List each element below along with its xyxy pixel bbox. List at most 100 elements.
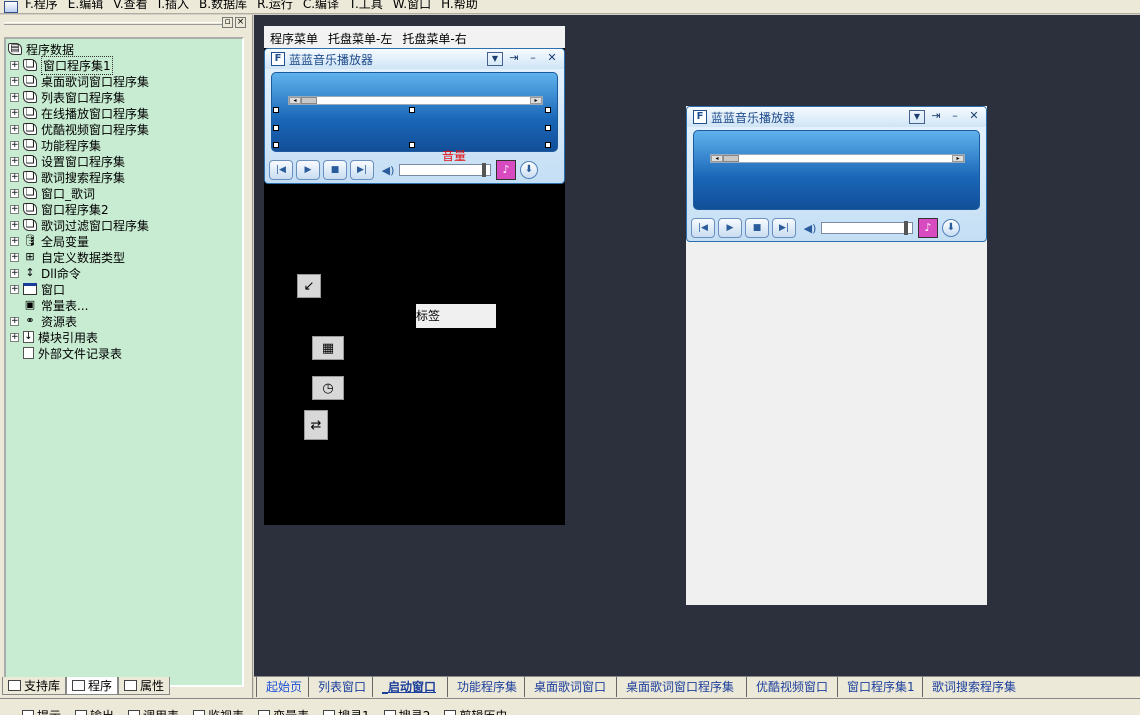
player-close-icon[interactable]: ✕ xyxy=(544,52,560,66)
menu-view[interactable]: V.查看 xyxy=(108,0,152,10)
tab-support-library[interactable]: 支持库 xyxy=(2,677,67,695)
volume-slider[interactable] xyxy=(399,163,491,177)
play-button[interactable]: ▶ xyxy=(718,218,742,238)
previous-button[interactable]: |◀ xyxy=(691,218,715,238)
expand-icon[interactable]: + xyxy=(10,236,19,246)
tab-start-page[interactable]: 起始页 xyxy=(256,677,302,697)
resize-handle[interactable] xyxy=(409,107,415,113)
expand-icon[interactable]: + xyxy=(10,220,19,230)
player-close-icon[interactable]: ✕ xyxy=(966,110,982,124)
seek-thumb[interactable] xyxy=(301,97,317,104)
status-tab-search-2[interactable]: 搜寻2 xyxy=(383,707,430,715)
timer-component-icon[interactable]: ↙ xyxy=(297,274,321,298)
player-menu-icon[interactable]: ▼ xyxy=(909,110,925,124)
status-tab-watch[interactable]: 监视表 xyxy=(193,707,244,715)
resize-handle[interactable] xyxy=(545,125,551,131)
program-tree[interactable]: ▤ 程序数据 + ❑ 窗口程序集1 + ❑ 桌面歌词窗口程序集 + ❑ 列表窗口程序集 + ❑ 在线播… xyxy=(4,37,244,687)
panel-pin-button[interactable]: ▫ xyxy=(222,17,233,28)
player-minimize-icon[interactable]: – xyxy=(525,52,541,66)
tab-desktop-lyric-module[interactable]: 桌面歌词窗口程序集 xyxy=(616,677,734,697)
status-tab-output[interactable]: 输出 xyxy=(75,707,114,715)
menu-program[interactable]: F.程序 xyxy=(20,0,63,10)
lyric-button[interactable]: ♪ xyxy=(496,160,516,180)
status-tab-hint[interactable]: 提示 xyxy=(22,707,61,715)
tree-item[interactable]: + ❑ 歌词搜索程序集 xyxy=(10,169,125,185)
expand-down-button[interactable]: ⬇ xyxy=(520,161,538,179)
menu-edit[interactable]: E.编辑 xyxy=(63,0,108,10)
tree-item[interactable]: + ❑ 窗口程序集1 xyxy=(10,55,113,75)
player-menu-icon[interactable]: ▼ xyxy=(487,52,503,66)
tree-item[interactable]: + ❑ 窗口_歌词 xyxy=(10,185,95,201)
expand-icon[interactable]: + xyxy=(10,124,19,134)
tree-item[interactable]: ▣ 常量表... xyxy=(10,297,89,313)
form-menu-program[interactable]: 程序菜单 xyxy=(270,30,318,47)
expand-icon[interactable]: + xyxy=(10,108,19,118)
tab-properties[interactable]: 属性 xyxy=(118,677,171,695)
startup-window-form[interactable]: 程序菜单 托盘菜单-左 托盘菜单-右 F 蓝蓝音乐播放器 ▼ ⇥ – ✕ ◂ ▸ xyxy=(264,26,565,525)
tree-item[interactable]: + 🛢 全局变量 xyxy=(10,233,89,249)
clock-component-icon[interactable]: ◷ xyxy=(312,376,344,400)
menu-tools[interactable]: T.工具 xyxy=(344,0,388,10)
resize-handle[interactable] xyxy=(273,107,279,113)
form-menu-tray-right[interactable]: 托盘菜单-右 xyxy=(402,30,466,47)
design-canvas[interactable]: 程序菜单 托盘菜单-左 托盘菜单-右 F 蓝蓝音乐播放器 ▼ ⇥ – ✕ ◂ ▸ xyxy=(254,15,1140,676)
next-button[interactable]: ▶| xyxy=(350,160,374,180)
next-button[interactable]: ▶| xyxy=(772,218,796,238)
expand-icon[interactable]: + xyxy=(10,156,19,166)
tree-item[interactable]: 外部文件记录表 xyxy=(10,345,122,361)
tab-startup-window[interactable]: _启动窗口 xyxy=(372,677,436,697)
tree-item[interactable]: + 窗口 xyxy=(10,281,65,297)
expand-icon[interactable]: + xyxy=(10,140,19,150)
tree-item[interactable]: + ⊞ 自定义数据类型 xyxy=(10,249,125,265)
tab-list-window[interactable]: 列表窗口 xyxy=(308,677,366,697)
form-menu-tray-left[interactable]: 托盘菜单-左 xyxy=(328,30,392,47)
tree-item[interactable]: + ⚭ 资源表 xyxy=(10,313,77,329)
tree-item[interactable]: + ❑ 窗口程序集2 xyxy=(10,201,109,217)
player-panel-1[interactable]: F 蓝蓝音乐播放器 ▼ ⇥ – ✕ ◂ ▸ 音量 |◀ ▶ ■ ▶| ◀) ♪ … xyxy=(264,48,565,184)
tree-item[interactable]: + ❑ 设置窗口程序集 xyxy=(10,153,125,169)
expand-icon[interactable]: + xyxy=(10,332,19,342)
volume-slider[interactable] xyxy=(821,221,913,235)
menu-compile[interactable]: C.编译 xyxy=(298,0,344,10)
player-panel-2[interactable]: F 蓝蓝音乐播放器 ▼ ⇥ – ✕ ◂ ▸ |◀ ▶ ■ ▶| ◀) ♪ ⬇ xyxy=(686,106,987,242)
tray-component-icon[interactable]: ⇄ xyxy=(304,410,328,440)
play-button[interactable]: ▶ xyxy=(296,160,320,180)
stop-button[interactable]: ■ xyxy=(323,160,347,180)
resize-handle[interactable] xyxy=(409,142,415,148)
resize-handle[interactable] xyxy=(545,107,551,113)
status-tab-search-1[interactable]: 搜寻1 xyxy=(323,707,370,715)
tab-desktop-lyric-window[interactable]: 桌面歌词窗口 xyxy=(524,677,606,697)
expand-icon[interactable]: + xyxy=(10,252,19,262)
menu-database[interactable]: B.数据库 xyxy=(194,0,252,10)
menu-help[interactable]: H.帮助 xyxy=(436,0,483,10)
tree-item[interactable]: + ❑ 优酷视频窗口程序集 xyxy=(10,121,149,137)
expand-down-button[interactable]: ⬇ xyxy=(942,219,960,237)
volume-thumb[interactable] xyxy=(904,221,908,235)
tree-item[interactable]: + ↓ 模块引用表 xyxy=(10,329,98,345)
player-pin-icon[interactable]: ⇥ xyxy=(928,110,944,124)
seek-bar[interactable]: ◂ ▸ xyxy=(288,96,543,105)
tree-item[interactable]: + ↕ Dll命令 xyxy=(10,265,81,281)
lyric-button[interactable]: ♪ xyxy=(918,218,938,238)
tab-lyric-search-module[interactable]: 歌词搜索程序集 xyxy=(922,677,1016,697)
status-tab-call-stack[interactable]: 调用表 xyxy=(128,707,179,715)
tree-item[interactable]: + ❑ 在线播放窗口程序集 xyxy=(10,105,149,121)
label-control[interactable]: 标签 xyxy=(416,304,496,328)
resize-handle[interactable] xyxy=(273,142,279,148)
tree-item[interactable]: + ❑ 桌面歌词窗口程序集 xyxy=(10,73,149,89)
dialog-component-icon[interactable]: ▦ xyxy=(312,336,344,360)
panel-close-button[interactable]: × xyxy=(235,17,246,28)
expand-icon[interactable]: + xyxy=(10,284,19,294)
expand-icon[interactable]: + xyxy=(10,188,19,198)
tree-item[interactable]: + ❑ 功能程序集 xyxy=(10,137,101,153)
expand-icon[interactable]: + xyxy=(10,316,19,326)
tab-youku-window[interactable]: 优酷视频窗口 xyxy=(746,677,828,697)
tab-program[interactable]: 程序 xyxy=(66,677,119,695)
expand-icon[interactable]: + xyxy=(10,76,19,86)
expand-icon[interactable]: + xyxy=(10,268,19,278)
seek-thumb[interactable] xyxy=(723,155,739,162)
previous-button[interactable]: |◀ xyxy=(269,160,293,180)
expand-icon[interactable]: + xyxy=(10,92,19,102)
status-tab-clip-history[interactable]: 剪辑历史 xyxy=(444,707,507,715)
panel-grip[interactable] xyxy=(4,22,224,25)
